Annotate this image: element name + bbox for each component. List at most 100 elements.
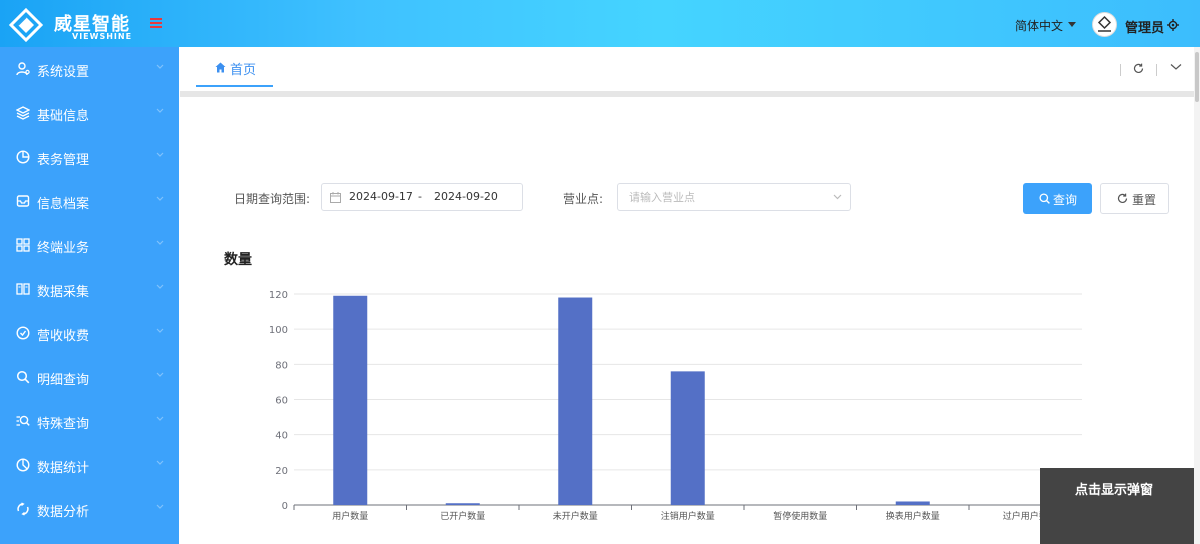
analysis-icon [17, 502, 29, 516]
sidebar-item-label: 系统设置 [37, 65, 90, 80]
avatar[interactable] [1092, 12, 1117, 37]
book-icon [16, 283, 30, 295]
sidebar: 系统设置 基础信息 表务管理 信息档案 终端业务 数据采集 营收收费 明细查询 [0, 47, 179, 544]
chevron-down-icon [156, 328, 164, 333]
x-tick-label: 暂停使用数量 [773, 510, 827, 522]
sidebar-item-label: 明细查询 [37, 373, 90, 388]
sidebar-item-label: 终端业务 [37, 241, 90, 256]
y-tick-label: 20 [275, 466, 288, 477]
sidebar-item-data-statistics[interactable]: 数据统计 [0, 443, 179, 487]
y-tick-label: 80 [275, 360, 288, 371]
chevron-down-icon [156, 108, 164, 113]
bar[interactable] [333, 295, 368, 505]
tab-label: 首页 [230, 63, 257, 78]
divider [1120, 64, 1121, 76]
layers-icon [16, 106, 30, 120]
date-separator: - [418, 190, 422, 203]
chevron-down-icon [156, 504, 164, 509]
chevron-down-icon [156, 284, 164, 289]
sidebar-item-label: 数据分析 [37, 505, 90, 520]
chevron-down-icon [156, 152, 164, 157]
home-icon [215, 62, 226, 73]
date-range-label: 日期查询范围: [234, 192, 311, 206]
scrollbar-track[interactable] [1194, 47, 1200, 544]
sidebar-item-label: 信息档案 [37, 197, 90, 212]
special-search-icon [16, 415, 30, 426]
start-date[interactable]: 2024-09-17 [349, 190, 413, 203]
x-tick-label: 换表用户数量 [886, 510, 940, 522]
sidebar-item-info-archive[interactable]: 信息档案 [0, 179, 179, 223]
chevron-down-icon [156, 240, 164, 245]
tab-bar: 首页 [180, 47, 1194, 91]
coin-icon [16, 326, 30, 340]
top-header: 威星智能 VIEWSHINE 简体中文 管理员 [0, 0, 1200, 47]
scrollbar-thumb[interactable] [1195, 52, 1199, 102]
divider [1156, 64, 1157, 76]
business-site-input[interactable] [617, 183, 851, 211]
y-tick-label: 0 [282, 501, 288, 512]
x-tick-label: 用户数量 [332, 510, 368, 522]
reset-button-label: 重置 [1132, 193, 1157, 207]
chart-title: 数量 [224, 252, 252, 268]
y-tick-label: 100 [269, 325, 288, 336]
caret-down-icon[interactable] [1068, 22, 1076, 27]
y-tick-label: 40 [275, 431, 288, 442]
query-button[interactable]: 查询 [1023, 183, 1092, 214]
sidebar-item-label: 基础信息 [37, 109, 90, 124]
refresh-icon[interactable] [1133, 63, 1144, 74]
end-date[interactable]: 2024-09-20 [434, 190, 498, 203]
sidebar-item-label: 特殊查询 [37, 417, 90, 432]
show-popup-button[interactable]: 点击显示弹窗 [1040, 468, 1194, 544]
sidebar-item-terminal-business[interactable]: 终端业务 [0, 223, 179, 267]
inbox-icon [16, 195, 30, 207]
terminal-grid-icon [16, 238, 30, 252]
username[interactable]: 管理员 [1125, 17, 1164, 36]
chevron-down-icon [156, 416, 164, 421]
sidebar-item-meter-management[interactable]: 表务管理 [0, 135, 179, 179]
logo-mark-icon [8, 8, 44, 42]
sidebar-item-data-collection[interactable]: 数据采集 [0, 267, 179, 311]
date-range-picker[interactable]: 2024-09-17 - 2024-09-20 [321, 183, 523, 211]
chevron-down-icon[interactable] [833, 194, 842, 200]
calendar-icon [330, 192, 341, 203]
chevron-down-icon [156, 372, 164, 377]
y-tick-label: 120 [269, 290, 288, 301]
tab-bar-shadow [180, 91, 1194, 97]
user-settings-icon [16, 62, 30, 76]
bar[interactable] [558, 297, 593, 505]
search-icon [1039, 193, 1050, 204]
language-select[interactable]: 简体中文 [1015, 17, 1063, 34]
y-tick-label: 60 [275, 396, 288, 407]
tab-home[interactable]: 首页 [196, 47, 273, 87]
chart-pie-icon [16, 458, 30, 472]
sidebar-item-revenue-charges[interactable]: 营收收费 [0, 311, 179, 355]
sidebar-item-basic-info[interactable]: 基础信息 [0, 91, 179, 135]
sidebar-item-label: 表务管理 [37, 153, 90, 168]
reset-button[interactable]: 重置 [1100, 183, 1169, 214]
bar[interactable] [895, 501, 930, 505]
x-tick-label: 未开户数量 [553, 510, 598, 522]
gear-icon[interactable] [1167, 19, 1179, 31]
query-button-label: 查询 [1053, 193, 1078, 207]
sidebar-item-label: 数据统计 [37, 461, 90, 476]
popup-label: 点击显示弹窗 [1075, 483, 1154, 498]
bar[interactable] [670, 371, 705, 505]
sidebar-item-system-settings[interactable]: 系统设置 [0, 47, 179, 91]
brand-name-en: VIEWSHINE [72, 32, 133, 41]
reset-icon [1117, 193, 1128, 203]
chevron-down-icon [156, 196, 164, 201]
sidebar-item-label: 营收收费 [37, 329, 90, 344]
avatar-logo-icon [1097, 15, 1112, 32]
chevron-down-icon [156, 460, 164, 465]
sidebar-item-special-query[interactable]: 特殊查询 [0, 399, 179, 443]
chevron-down-icon[interactable] [1170, 63, 1182, 71]
bar[interactable] [445, 503, 480, 505]
chevron-down-icon [156, 64, 164, 69]
pie-icon [16, 150, 30, 164]
search-icon [16, 370, 30, 384]
x-tick-label: 注销用户数量 [661, 510, 715, 522]
sidebar-item-label: 数据采集 [37, 285, 90, 300]
sidebar-item-data-analysis[interactable]: 数据分析 [0, 487, 179, 531]
sidebar-item-detail-query[interactable]: 明细查询 [0, 355, 179, 399]
menu-toggle-icon[interactable] [150, 16, 162, 30]
